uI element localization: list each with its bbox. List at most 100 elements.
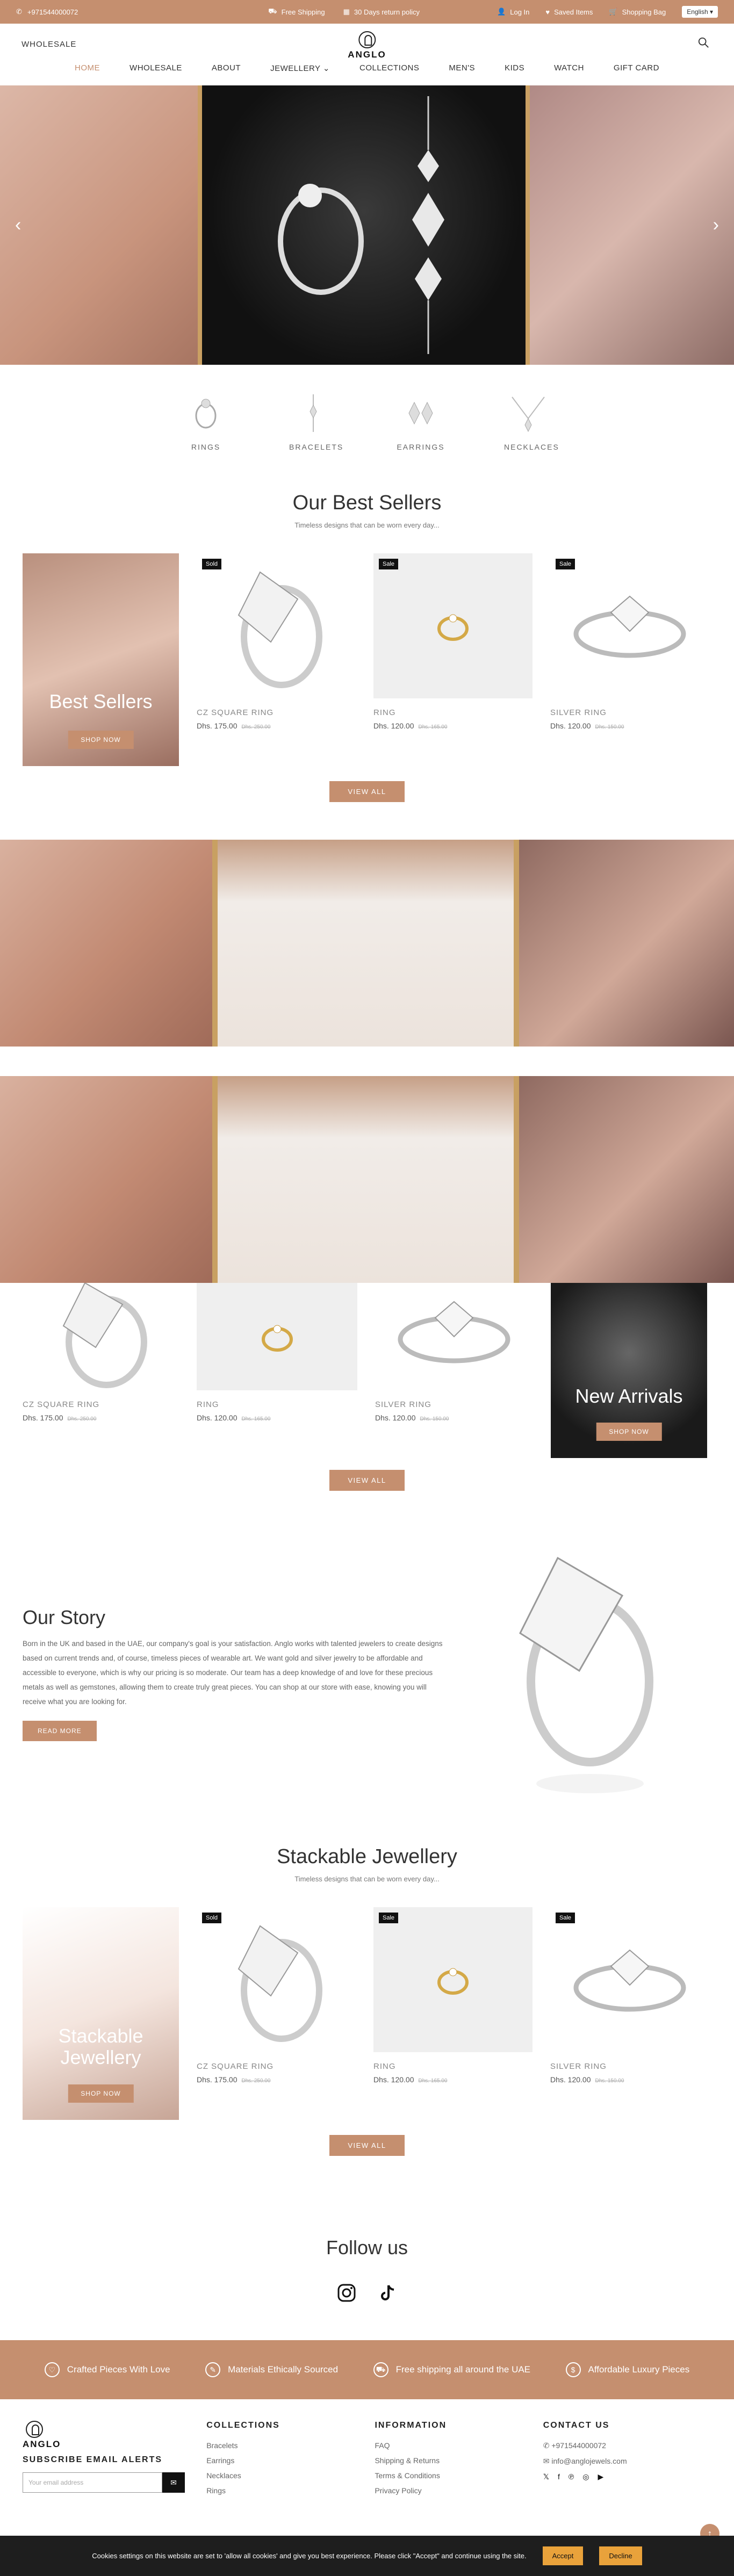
envelope-icon[interactable]: ✉ [162,2472,185,2493]
nav-home[interactable]: HOME [75,63,100,73]
footer-link[interactable]: FAQ [375,2441,543,2450]
logo[interactable]: ANGLO [348,31,386,60]
language-select[interactable]: English ▾ [682,6,718,18]
category-bracelets[interactable]: BRACELETS [289,394,342,451]
view-all-button[interactable]: VIEW ALL [329,1470,405,1491]
shop-now-button[interactable]: SHOP NOW [68,731,134,749]
instagram-icon[interactable] [337,2283,356,2303]
instagram-icon[interactable]: ◎ [582,2472,589,2481]
phone-number: +971544000072 [27,8,78,16]
product-price: Dhs. 120.00 Dhs. 150.00 [375,1413,533,1422]
view-all-button[interactable]: VIEW ALL [329,2135,405,2156]
footer-link[interactable]: Privacy Policy [375,2486,543,2495]
footer-link[interactable]: Earrings [206,2456,375,2465]
product-name: SILVER RING [375,1400,431,1409]
product-price: Dhs. 120.00 Dhs. 150.00 [550,2075,709,2084]
view-all-button[interactable]: VIEW ALL [329,781,405,802]
product-photo [238,1925,322,2042]
price-old: Dhs. 150.00 [595,2078,624,2084]
feature-item: $ Affordable Luxury Pieces [565,2362,689,2377]
slider-prev-icon[interactable]: ‹ [15,215,21,236]
product-card[interactable]: Sale SILVER RING Dhs. 120.00 Dhs. 150.00 [550,553,709,766]
calendar-icon: ▦ [343,8,350,16]
subscribe-title: SUBSCRIBE EMAIL ALERTS [23,2455,163,2464]
dollar-icon: $ [565,2362,581,2377]
nav-kids[interactable]: KIDS [505,63,524,73]
search-icon[interactable] [697,37,709,48]
shop-now-button[interactable]: SHOP NOW [596,1423,662,1441]
login-link[interactable]: 👤 Log In [497,8,529,16]
story-ring-photo [519,1556,653,1793]
product-card[interactable]: SILVER RING Dhs. 120.00 Dhs. 150.00 [375,1283,533,1458]
nav-jewellery[interactable]: JEWELLERY ⌄ [270,63,330,73]
facebook-icon[interactable]: f [558,2472,560,2481]
twitter-icon[interactable]: 𝕏 [543,2472,549,2481]
wholesale-link[interactable]: WHOLESALE [21,40,76,49]
footer-logo[interactable]: ANGLO [23,2421,206,2450]
category-necklaces[interactable]: NECKLACES [504,394,559,451]
contact-email-text: info@anglojewels.com [551,2457,627,2465]
product-card[interactable]: CZ SQUARE RING Dhs. 175.00 Dhs. 250.00 [23,1283,179,1458]
price-old: Dhs. 250.00 [241,724,271,730]
footer-link[interactable]: Rings [206,2486,375,2495]
phone-link[interactable]: ✆ +971544000072 [16,8,78,16]
price-current: Dhs. 120.00 [550,2075,591,2084]
banner-image-necklace [212,1076,519,1283]
price-old: Dhs. 250.00 [67,1416,97,1422]
product-card[interactable]: RING Dhs. 120.00 Dhs. 165.00 [197,1283,357,1458]
product-card[interactable]: Sale RING Dhs. 120.00 Dhs. 165.00 [373,553,532,766]
saved-items-link[interactable]: ♥ Saved Items [545,8,593,16]
category-earrings[interactable]: EARRINGS [397,394,445,451]
accept-button[interactable]: Accept [542,2546,584,2565]
earring-icon [402,394,440,432]
footer-link[interactable]: Bracelets [206,2441,375,2450]
footer-link[interactable]: Shipping & Returns [375,2456,543,2465]
product-card[interactable]: Sold CZ SQUARE RING Dhs. 175.00 Dhs. 250.… [197,1907,356,2120]
contact-phone[interactable]: ✆ +971544000072 [543,2441,711,2450]
nav-gift-card[interactable]: GIFT CARD [614,63,659,73]
price-current: Dhs. 120.00 [373,721,414,730]
social-links: 𝕏 f ℗ ◎ ▶ [543,2472,711,2481]
sale-badge: Sale [556,1913,575,1923]
saved-label: Saved Items [554,8,593,16]
product-card[interactable]: Sale SILVER RING Dhs. 120.00 Dhs. 150.00 [550,1907,709,2120]
category-rings[interactable]: RINGS [182,394,230,451]
category-label: NECKLACES [504,443,559,451]
footer-link[interactable]: Terms & Conditions [375,2471,543,2480]
shop-now-button[interactable]: SHOP NOW [68,2084,134,2103]
nav-wholesale[interactable]: WHOLESALE [129,63,182,73]
bestsellers-title: Our Best Sellers [292,492,442,514]
hero-jewel-illustration [278,96,444,354]
product-photo [437,614,469,641]
feature-item: ⛟ Free shipping all around the UAE [373,2362,530,2377]
tiktok-icon[interactable] [378,2283,397,2303]
bag-label: Shopping Bag [622,8,666,16]
contact-email[interactable]: ✉ info@anglojewels.com [543,2457,711,2466]
footer-link[interactable]: Necklaces [206,2471,375,2480]
nav-collections[interactable]: COLLECTIONS [359,63,419,73]
bestsellers-row: Best Sellers SHOP NOW Sold CZ SQUARE RIN… [0,553,734,766]
feature-item: ✎ Materials Ethically Sourced [205,2362,338,2377]
main-nav: HOME WHOLESALE ABOUT JEWELLERY ⌄ COLLECT… [0,63,734,73]
collections-title: COLLECTIONS [206,2421,280,2430]
our-story-section: Our Story Born in the UK and based in th… [0,1539,734,1808]
shopping-bag-link[interactable]: 🛒 Shopping Bag [609,8,666,16]
header: WHOLESALE ANGLO HOME WHOLESALE ABOUT JEW… [0,24,734,85]
pinterest-icon[interactable]: ℗ [569,2472,574,2481]
nav-watch[interactable]: WATCH [554,63,584,73]
read-more-button[interactable]: READ MORE [23,1720,97,1741]
price-current: Dhs. 120.00 [375,1413,416,1422]
new-arrivals-promo: New Arrivals SHOP NOW [551,1283,707,1458]
nav-mens[interactable]: MEN'S [449,63,475,73]
cookie-banner: Cookies settings on this website are set… [0,2536,734,2576]
slider-next-icon[interactable]: › [713,215,719,236]
decline-button[interactable]: Decline [599,2546,642,2565]
email-field[interactable]: Your email address [23,2472,162,2493]
product-card[interactable]: Sold CZ SQUARE RING Dhs. 175.00 Dhs. 250.… [197,553,356,766]
product-card[interactable]: Sale RING Dhs. 120.00 Dhs. 165.00 [373,1907,532,2120]
bestsellers-subtitle: Timeless designs that can be worn every … [294,521,440,529]
youtube-icon[interactable]: ▶ [598,2472,603,2481]
category-label: EARRINGS [397,443,445,451]
necklace-icon [509,394,547,432]
nav-about[interactable]: ABOUT [212,63,241,73]
